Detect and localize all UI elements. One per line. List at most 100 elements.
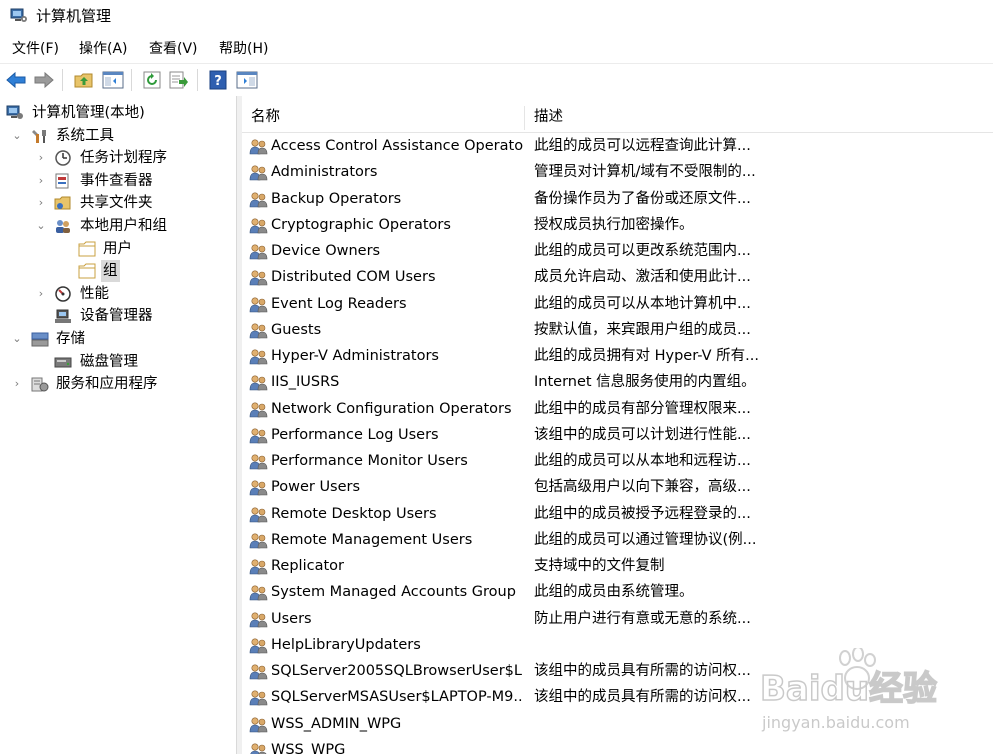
tree-item[interactable]: 设备管理器 (0, 305, 236, 327)
group-description: 备份操作员为了备份或还原文件... (534, 190, 751, 207)
chevron-right-icon[interactable]: › (34, 283, 48, 305)
group-row[interactable]: Access Control Assistance Operators 此组的成员… (242, 133, 993, 159)
group-name: Performance Monitor Users (271, 453, 468, 469)
tree-item[interactable]: 用户 (0, 238, 236, 260)
group-row[interactable]: Distributed COM Users 成员允许启动、激活和使用此计... (242, 264, 993, 290)
group-name: Power Users (271, 479, 361, 496)
tree-item[interactable]: › 共享文件夹 (0, 192, 236, 214)
group-description: 成员允许启动、激活和使用此计... (534, 269, 751, 286)
group-row[interactable]: Guests 按默认值，来宾跟用户组的成员... (242, 317, 993, 343)
group-name: Distributed COM Users (271, 269, 436, 286)
show-hide-action-pane-button[interactable] (235, 68, 259, 92)
group-row[interactable]: Remote Desktop Users 此组中的成员被授予远程登录的... (242, 501, 993, 527)
tree-item-label: 计算机管理(本地) (32, 105, 145, 121)
tree-item[interactable]: 组 (0, 260, 236, 283)
tree-item[interactable]: 磁盘管理 (0, 351, 236, 373)
storage-icon (31, 332, 49, 347)
group-description: 按默认值，来宾跟用户组的成员... (534, 321, 751, 338)
group-name: Cryptographic Operators (271, 216, 451, 233)
tree-item[interactable]: 计算机管理(本地) (0, 102, 236, 124)
group-row[interactable]: Performance Log Users 该组中的成员可以计划进行性能... (242, 422, 993, 448)
group-description: 此组的成员可以从本地计算机中... (534, 295, 751, 312)
group-name: Device Owners (271, 243, 381, 259)
group-icon (249, 690, 268, 706)
group-row[interactable]: Device Owners 此组的成员可以更改系统范围内... (242, 238, 993, 264)
group-name: WSS_WPG (271, 741, 346, 754)
export-list-button[interactable] (167, 68, 191, 92)
tree-item[interactable]: › 性能 (0, 283, 236, 305)
tree-item-label: 服务和应用程序 (56, 376, 158, 393)
tree-item-label: 性能 (80, 285, 109, 302)
column-header-description[interactable]: 描述 (534, 104, 563, 132)
group-row[interactable]: IIS_IUSRS Internet 信息服务使用的内置组。 (242, 369, 993, 395)
group-row[interactable]: Remote Management Users 此组的成员可以通过管理协议(例..… (242, 527, 993, 553)
group-row[interactable]: Backup Operators 备份操作员为了备份或还原文件... (242, 186, 993, 212)
tree-item-label: 磁盘管理 (80, 353, 138, 370)
refresh-button[interactable] (140, 68, 164, 92)
window-title: 计算机管理 (36, 7, 112, 25)
chevron-down-icon[interactable]: ⌄ (34, 215, 48, 237)
menu-help[interactable]: 帮助(H) (217, 39, 270, 59)
tree-item-label: 存储 (56, 331, 85, 347)
menu-view[interactable]: 查看(V) (147, 39, 200, 59)
toolbar-separator (131, 69, 132, 91)
show-hide-console-tree-button[interactable] (101, 68, 125, 92)
group-name: Users (271, 610, 312, 627)
tree-item[interactable]: ⌄ 本地用户和组 (0, 215, 236, 237)
watermark-brand: Baidu经验 (760, 669, 937, 709)
group-description: 此组的成员可以远程查询此计算... (534, 138, 751, 154)
group-row[interactable]: Administrators 管理员对计算机/域有不受限制的... (242, 159, 993, 185)
chevron-right-icon[interactable]: › (34, 147, 48, 169)
tree-item[interactable]: › 服务和应用程序 (0, 373, 236, 395)
chevron-right-icon[interactable]: › (34, 170, 48, 192)
group-row[interactable]: Replicator 支持域中的文件复制 (242, 553, 993, 579)
device-manager-icon (55, 309, 71, 324)
group-row[interactable]: System Managed Accounts Group 此组的成员由系统管理。 (242, 579, 993, 605)
group-row[interactable]: WSS_WPG (242, 737, 993, 754)
list-header: 名称 描述 (242, 104, 993, 133)
refresh-icon (143, 71, 161, 89)
group-description: 授权成员执行加密操作。 (534, 216, 694, 233)
group-row[interactable]: Power Users 包括高级用户以向下兼容，高级... (242, 474, 993, 500)
group-icon (249, 323, 268, 339)
menu-action[interactable]: 操作(A) (77, 39, 130, 59)
chevron-right-icon[interactable]: › (10, 373, 24, 395)
group-row[interactable]: Event Log Readers 此组的成员可以从本地计算机中... (242, 291, 993, 317)
column-header-name[interactable]: 名称 (251, 104, 280, 132)
group-name: Performance Log Users (271, 426, 439, 443)
group-row[interactable]: Network Configuration Operators 此组中的成员有部分… (242, 396, 993, 422)
folder-icon (78, 241, 96, 257)
group-description: 管理员对计算机/域有不受限制的... (534, 164, 756, 181)
users-icon (56, 220, 70, 233)
chevron-down-icon[interactable]: ⌄ (10, 125, 24, 147)
chevron-down-icon[interactable]: ⌄ (10, 328, 24, 350)
group-name: WSS_ADMIN_WPG (271, 715, 402, 732)
group-description: Internet 信息服务使用的内置组。 (534, 374, 756, 391)
baidu-watermark: Baidu经验 jingyan.baidu.com (760, 648, 938, 732)
back-button[interactable] (4, 68, 28, 92)
group-icon (249, 480, 268, 496)
tree-item[interactable]: ⌄ 系统工具 (0, 125, 236, 147)
column-divider[interactable] (524, 106, 525, 130)
tree-item[interactable]: › 任务计划程序 (0, 147, 236, 169)
tree-item-label: 用户 (103, 240, 132, 257)
group-row[interactable]: Performance Monitor Users 此组的成员可以从本地和远程访.… (242, 448, 993, 474)
chevron-right-icon[interactable]: › (34, 192, 48, 214)
group-icon (249, 664, 268, 680)
forward-button[interactable] (32, 68, 56, 92)
group-row[interactable]: Hyper-V Administrators 此组的成员拥有对 Hyper-V 所… (242, 343, 993, 369)
tree-item[interactable]: ⌄ 存储 (0, 328, 236, 350)
up-one-level-button[interactable] (72, 68, 96, 92)
group-description: 此组的成员可以通过管理协议(例... (534, 531, 757, 548)
group-row[interactable]: Users 防止用户进行有意或无意的系统... (242, 606, 993, 632)
group-icon (249, 533, 268, 549)
group-row[interactable]: Cryptographic Operators 授权成员执行加密操作。 (242, 212, 993, 238)
help-button[interactable]: ? (206, 68, 230, 92)
title-bar: 计算机管理 (0, 0, 993, 34)
tree-item-label: 任务计划程序 (80, 150, 167, 167)
forward-arrow-icon (34, 71, 54, 89)
toolbar-separator (197, 69, 198, 91)
menu-file[interactable]: 文件(F) (10, 39, 61, 59)
group-icon (249, 165, 268, 181)
tree-item[interactable]: › 事件查看器 (0, 170, 236, 192)
